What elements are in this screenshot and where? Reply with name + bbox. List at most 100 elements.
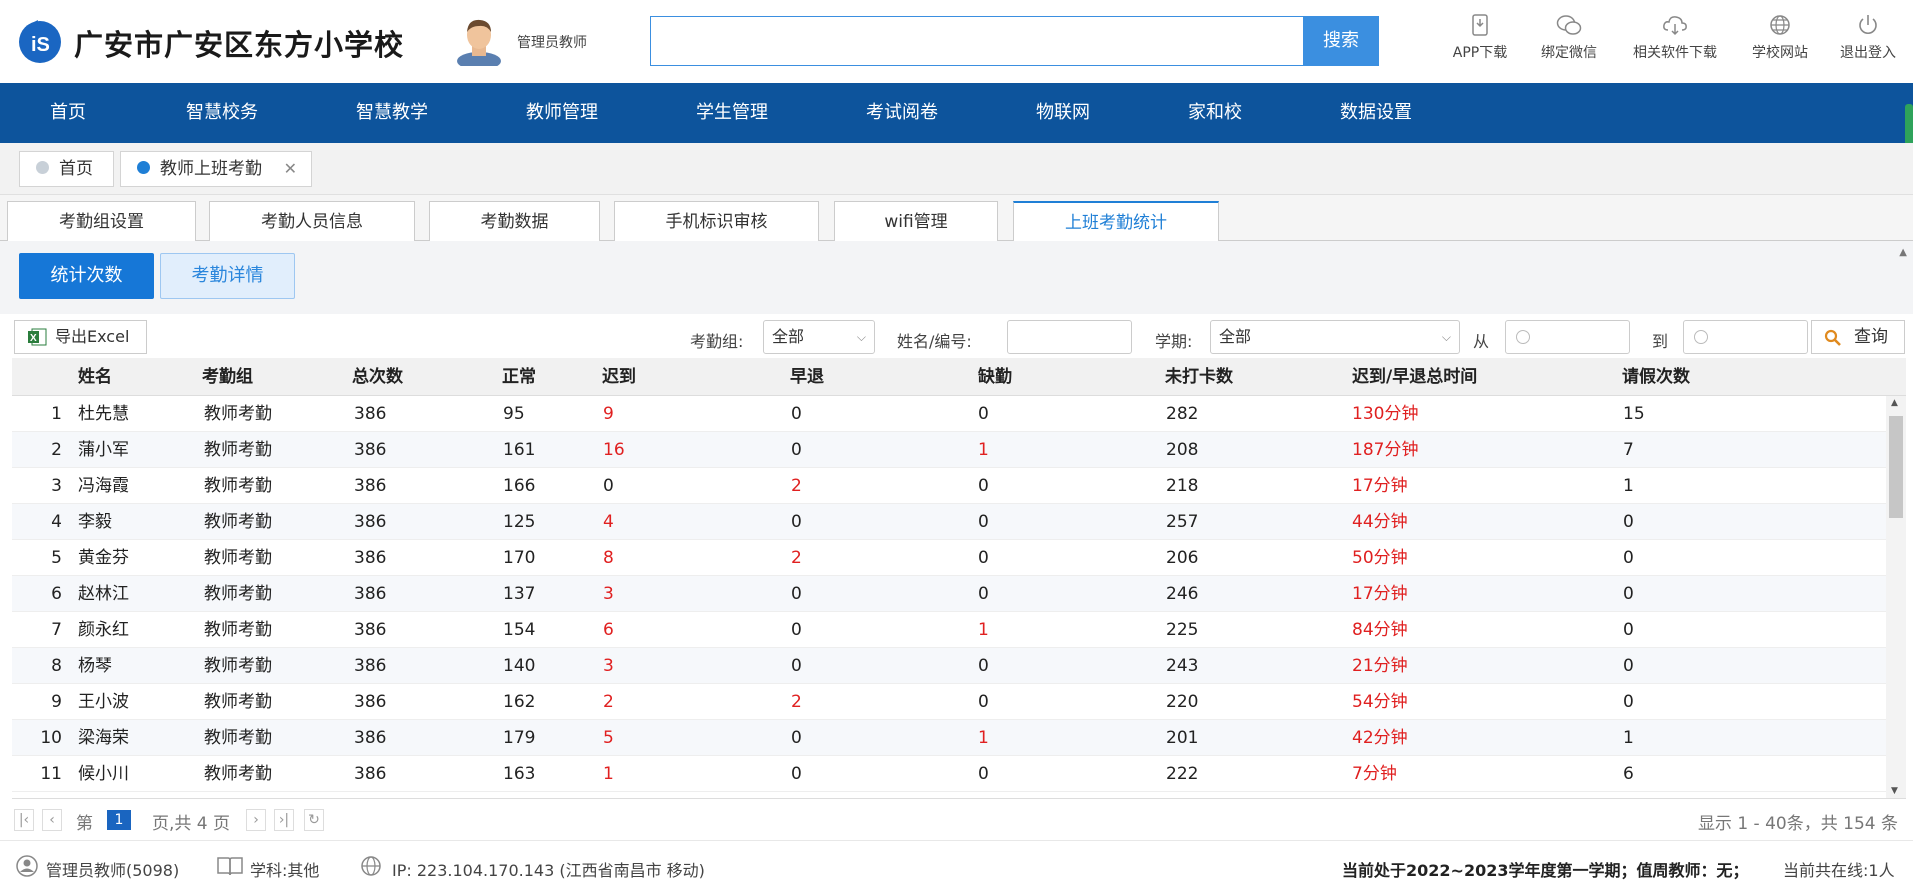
from-date-input[interactable]: [1505, 320, 1630, 354]
cell-leave: 0: [1623, 584, 1634, 604]
table-scrollbar[interactable]: ▲ ▼: [1886, 396, 1906, 798]
page-number-input[interactable]: 1: [107, 810, 131, 830]
close-icon[interactable]: ✕: [284, 152, 297, 186]
table-row[interactable]: 8 杨琴 教师考勤 386 140 3 0 0 243 21分钟 0: [12, 648, 1886, 684]
cell-late: 2: [603, 692, 614, 712]
cell-total: 386: [354, 440, 387, 460]
cell-leave: 7: [1623, 440, 1634, 460]
excel-icon: X: [28, 328, 47, 346]
table-row[interactable]: 7 颜永红 教师考勤 386 154 6 0 1 225 84分钟 0: [12, 612, 1886, 648]
group-select-value: 全部: [772, 327, 805, 346]
crumb-home[interactable]: 首页: [19, 151, 114, 187]
prev-page-icon[interactable]: ‹: [42, 809, 62, 831]
crumb-active-dot: [137, 160, 150, 174]
nav-item-smart-affairs[interactable]: 智慧校务: [186, 83, 258, 143]
col-normal[interactable]: 正常: [502, 358, 536, 396]
cell-total: 386: [354, 512, 387, 532]
col-unpunched[interactable]: 未打卡数: [1165, 358, 1233, 396]
status-ip: IP: 223.104.170.143 (江西省南昌市 移动): [392, 861, 705, 880]
cell-normal: 170: [503, 548, 536, 568]
col-total[interactable]: 总次数: [352, 358, 403, 396]
cell-late-early-time: 17分钟: [1352, 476, 1408, 496]
refresh-icon[interactable]: ↻: [304, 809, 324, 831]
software-download-link[interactable]: 相关软件下载: [1626, 14, 1724, 62]
scrollbar-thumb[interactable]: [1889, 416, 1903, 518]
nav-item-exams[interactable]: 考试阅卷: [866, 83, 938, 143]
cell-early: 0: [791, 404, 802, 424]
cell-absent: 0: [978, 548, 989, 568]
status-subject: 学科:其他: [250, 861, 320, 880]
cell-absent: 0: [978, 584, 989, 604]
cell-total: 386: [354, 764, 387, 784]
page-total: 页,共 4 页: [152, 814, 231, 834]
col-absent[interactable]: 缺勤: [978, 358, 1012, 396]
cell-absent: 0: [978, 476, 989, 496]
col-leave[interactable]: 请假次数: [1622, 358, 1690, 396]
cell-early: 0: [791, 728, 802, 748]
cell-name: 梁海荣: [78, 728, 129, 748]
table-row[interactable]: 11 候小川 教师考勤 386 163 1 0 0 222 7分钟 6: [12, 756, 1886, 792]
tab-phone-review[interactable]: 手机标识审核: [614, 201, 819, 241]
app-download-link[interactable]: APP下载: [1448, 14, 1512, 62]
col-late[interactable]: 迟到: [602, 358, 636, 396]
nav-item-data-settings[interactable]: 数据设置: [1340, 83, 1412, 143]
scroll-down-icon[interactable]: ▼: [1891, 786, 1898, 796]
term-label: 学期:: [1155, 332, 1193, 351]
scroll-up-icon[interactable]: ▲: [1891, 398, 1898, 408]
attendance-detail-button[interactable]: 考勤详情: [160, 253, 295, 299]
nav-item-home-school[interactable]: 家和校: [1188, 83, 1242, 143]
nav-item-student-mgmt[interactable]: 学生管理: [696, 83, 768, 143]
cell-late: 8: [603, 548, 614, 568]
col-late-early-time[interactable]: 迟到/早退总时间: [1352, 358, 1477, 396]
search-input[interactable]: [650, 16, 1304, 66]
tab-attendance-stats[interactable]: 上班考勤统计: [1013, 201, 1219, 242]
tab-attendance-data[interactable]: 考勤数据: [429, 201, 600, 241]
table-row[interactable]: 1 杜先慧 教师考勤 386 95 9 0 0 282 130分钟 15: [12, 396, 1886, 432]
cell-normal: 95: [503, 404, 525, 424]
nav-item-smart-teaching[interactable]: 智慧教学: [356, 83, 428, 143]
table-row[interactable]: 4 李毅 教师考勤 386 125 4 0 0 257 44分钟 0: [12, 504, 1886, 540]
col-early[interactable]: 早退: [790, 358, 824, 396]
nav-item-home[interactable]: 首页: [50, 83, 86, 143]
table-row[interactable]: 5 黄金芬 教师考勤 386 170 8 2 0 206 50分钟 0: [12, 540, 1886, 576]
table-row[interactable]: 2 蒲小军 教师考勤 386 161 16 0 1 208 187分钟 7: [12, 432, 1886, 468]
cell-unpunched: 222: [1166, 764, 1199, 784]
search-button[interactable]: 搜索: [1303, 16, 1379, 66]
clock-icon: [1694, 330, 1708, 344]
cell-early: 0: [791, 764, 802, 784]
cell-unpunched: 201: [1166, 728, 1199, 748]
group-select[interactable]: 全部 ⌵: [763, 320, 875, 354]
next-page-icon[interactable]: ›: [246, 809, 266, 831]
nav-item-teacher-mgmt[interactable]: 教师管理: [526, 83, 598, 143]
count-stats-button[interactable]: 统计次数: [19, 253, 154, 299]
cell-normal: 166: [503, 476, 536, 496]
term-select[interactable]: 全部 ⌵: [1210, 320, 1460, 354]
crumb-teacher-attendance[interactable]: 教师上班考勤 ✕: [120, 151, 312, 187]
last-page-icon[interactable]: ›|: [274, 809, 294, 831]
tab-wifi[interactable]: wifi管理: [834, 201, 998, 241]
name-input[interactable]: [1007, 320, 1132, 354]
group-label: 考勤组:: [690, 332, 744, 351]
row-number: 4: [51, 512, 62, 532]
table-row[interactable]: 3 冯海霞 教师考勤 386 166 0 2 0 218 17分钟 1: [12, 468, 1886, 504]
col-group[interactable]: 考勤组: [202, 358, 253, 396]
export-excel-button[interactable]: X 导出Excel: [14, 320, 147, 354]
logout-link[interactable]: 退出登入: [1836, 14, 1900, 62]
table-row[interactable]: 9 王小波 教师考勤 386 162 2 2 0 220 54分钟 0: [12, 684, 1886, 720]
table-row[interactable]: 10 梁海荣 教师考勤 386 179 5 0 1 201 42分钟 1: [12, 720, 1886, 756]
query-button[interactable]: 查询: [1811, 320, 1905, 354]
cell-late: 9: [603, 404, 614, 424]
school-website-link[interactable]: 学校网站: [1748, 14, 1812, 62]
scroll-up-arrow-icon[interactable]: ▲: [1899, 247, 1907, 258]
col-name[interactable]: 姓名: [78, 358, 112, 396]
tab-group-settings[interactable]: 考勤组设置: [7, 201, 196, 241]
first-page-icon[interactable]: |‹: [14, 809, 34, 831]
tab-personnel-info[interactable]: 考勤人员信息: [209, 201, 415, 241]
cell-late: 3: [603, 584, 614, 604]
cell-normal: 140: [503, 656, 536, 676]
crumb-home-label: 首页: [59, 159, 93, 179]
nav-item-iot[interactable]: 物联网: [1036, 83, 1090, 143]
bind-wechat-link[interactable]: 绑定微信: [1536, 14, 1602, 62]
table-row[interactable]: 6 赵林江 教师考勤 386 137 3 0 0 246 17分钟 0: [12, 576, 1886, 612]
to-date-input[interactable]: [1683, 320, 1808, 354]
